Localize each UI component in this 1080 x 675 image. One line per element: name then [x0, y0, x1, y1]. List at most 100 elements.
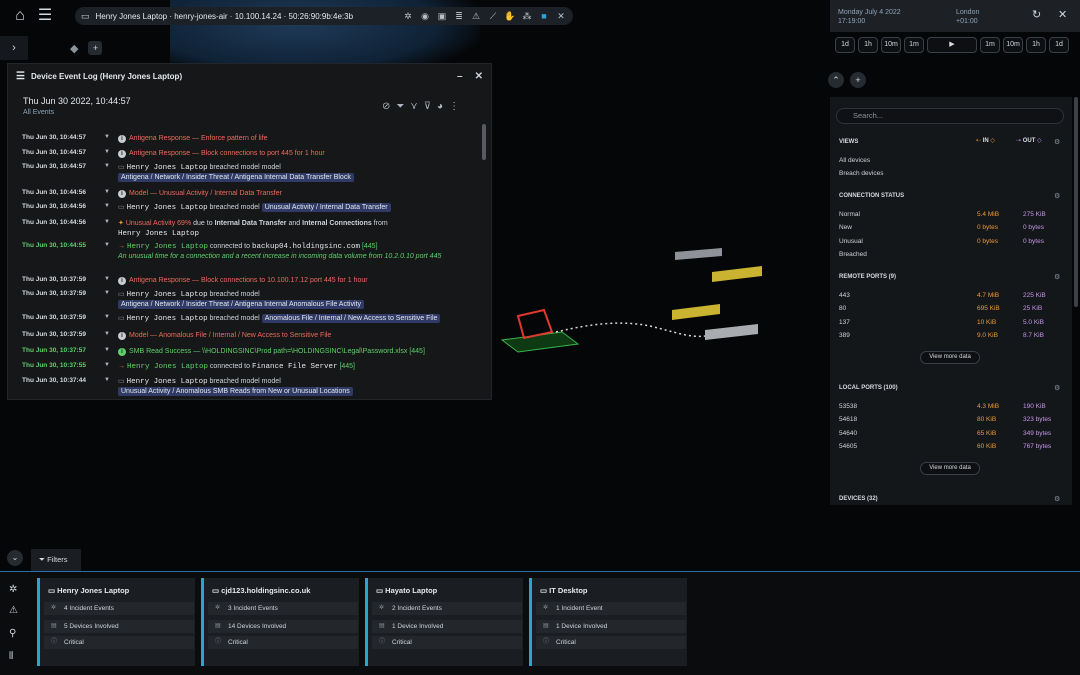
settings-icon[interactable]: ⚙ — [1054, 192, 1060, 200]
chevron-down-icon[interactable]: ▼ — [104, 134, 110, 140]
rewind-10m-button[interactable]: 10m — [881, 37, 901, 53]
close-icon[interactable]: ✕ — [1058, 8, 1067, 21]
search-input[interactable]: Search... — [836, 108, 1064, 124]
conn-row[interactable]: Breached — [839, 251, 1059, 258]
port-row[interactable]: 443 4.7 MiB 225 KiB — [839, 292, 1059, 299]
view-all-devices[interactable]: All devices — [839, 157, 1059, 164]
view-more-remote-button[interactable]: View more data — [920, 351, 980, 364]
add-button[interactable]: + — [850, 72, 866, 88]
port-row[interactable]: 54618 80 KiB 323 bytes — [839, 416, 1059, 423]
forward-1h-button[interactable]: 1h — [1026, 37, 1046, 53]
chevron-down-icon[interactable]: ▼ — [104, 290, 110, 296]
chevron-down-icon[interactable]: ▼ — [104, 276, 110, 282]
warning-icon[interactable]: ⚠ — [9, 605, 18, 616]
model-tag[interactable]: Antigena / Network / Insider Threat / An… — [118, 173, 354, 182]
device-name[interactable]: Henry Jones Laptop — [127, 378, 208, 386]
laptop-node[interactable] — [516, 308, 554, 340]
device-name[interactable]: Henry Jones Laptop — [118, 230, 199, 238]
play-button[interactable]: ▶ — [927, 37, 977, 53]
model-tag[interactable]: Unusual Activity / Anomalous SMB Reads f… — [118, 387, 353, 396]
close-icon[interactable]: ✕ — [555, 11, 567, 22]
chart-icon[interactable]: ⫴ — [9, 651, 13, 662]
conn-row[interactable]: Unusual 0 bytes 0 bytes — [839, 238, 1059, 245]
more-icon[interactable]: ⋮ — [449, 101, 459, 112]
collapse-bottom-button[interactable]: ⌄ — [7, 550, 23, 566]
home-icon[interactable]: ⌂ — [10, 0, 30, 32]
add-tag-button[interactable]: + — [88, 41, 103, 55]
device-name[interactable]: Henry Jones Laptop — [127, 291, 208, 299]
refresh-icon[interactable]: ↻ — [1032, 8, 1041, 21]
filter-edit-icon[interactable]: ⊽ — [424, 101, 431, 112]
settings-icon[interactable]: ⚙ — [1054, 495, 1060, 503]
minimize-icon[interactable]: – — [457, 71, 463, 82]
device-name[interactable]: Henry Jones Laptop — [127, 164, 208, 172]
network-3d-visual[interactable] — [500, 240, 780, 360]
forward-10m-button[interactable]: 10m — [1003, 37, 1023, 53]
view-more-local-button[interactable]: View more data — [920, 462, 980, 475]
port-row[interactable]: 80 695 KiB 25 KiB — [839, 305, 1059, 312]
device-name[interactable]: Henry Jones Laptop — [127, 363, 208, 371]
rewind-1m-button[interactable]: 1m — [904, 37, 924, 53]
filters-tab[interactable]: ⏷ Filters — [31, 549, 81, 571]
device-name[interactable]: Henry Jones Laptop — [127, 204, 208, 212]
incidents-icon[interactable]: ✲ — [9, 584, 17, 595]
out-label[interactable]: ⇢ OUT ◇ — [1016, 137, 1042, 144]
hand-icon[interactable]: ✋ — [504, 11, 516, 22]
forward-1m-button[interactable]: 1m — [980, 37, 1000, 53]
chevron-down-icon[interactable]: ▼ — [104, 149, 110, 155]
incident-card[interactable]: ▭ cjd123.holdingsinc.co.uk ✲ 3 Incident E… — [201, 578, 359, 666]
chevron-down-icon[interactable]: ▼ — [104, 362, 110, 368]
expand-panel-button[interactable]: › — [0, 36, 28, 60]
filter-icon[interactable]: ⏷ — [396, 101, 404, 112]
incident-card[interactable]: ▭ Hayato Laptop ✲ 2 Incident Events ▤ 1 De… — [365, 578, 523, 666]
in-label[interactable]: ⇠ IN ◇ — [976, 137, 995, 144]
pin-icon[interactable]: ⚲ — [9, 628, 16, 639]
tag-icon[interactable]: ◆ — [70, 42, 78, 55]
port-row[interactable]: 54605 60 KiB 767 bytes — [839, 443, 1059, 450]
dial-icon[interactable]: ◉ — [419, 11, 431, 22]
port-row[interactable]: 389 9.0 KiB 8.7 KiB — [839, 332, 1059, 339]
log-scrollbar[interactable] — [482, 124, 486, 160]
menu-icon[interactable]: ☰ — [36, 0, 54, 32]
device-node[interactable] — [675, 248, 722, 260]
conn-row[interactable]: New 0 bytes 0 bytes — [839, 224, 1059, 231]
chevron-down-icon[interactable]: ▼ — [104, 347, 110, 353]
palette-icon[interactable]: ◕ — [437, 101, 443, 112]
model-tag[interactable]: Anomalous File / Internal / New Access t… — [261, 314, 441, 323]
port-row[interactable]: 137 10 KiB 5.0 KiB — [839, 319, 1059, 326]
conn-row[interactable]: Normal 5.4 MiB 275 KiB — [839, 211, 1059, 218]
chart-icon[interactable]: ⟋ — [487, 11, 499, 22]
side-scrollbar[interactable] — [1074, 97, 1078, 307]
network-icon[interactable]: ⁂ — [521, 11, 533, 22]
chevron-down-icon[interactable]: ▼ — [104, 314, 110, 320]
cluster-icon[interactable]: ✲ — [402, 11, 414, 22]
chevron-down-icon[interactable]: ▼ — [104, 219, 110, 225]
incident-card[interactable]: ▭ IT Desktop ✲ 1 Incident Event ▤ 1 Device… — [529, 578, 687, 666]
square-icon[interactable]: ■ — [538, 11, 550, 21]
rewind-1d-button[interactable]: 1d — [835, 37, 855, 53]
list-icon[interactable]: ≣ — [453, 11, 465, 22]
close-icon[interactable]: ✕ — [475, 71, 483, 82]
settings-icon[interactable]: ⚙ — [1054, 384, 1060, 392]
chevron-down-icon[interactable]: ▼ — [104, 242, 110, 248]
device-node[interactable] — [712, 266, 762, 282]
settings-icon[interactable]: ⚙ — [1054, 273, 1060, 281]
device-node[interactable] — [705, 324, 758, 340]
view-breach-devices[interactable]: Breach devices — [839, 170, 1059, 177]
chevron-down-icon[interactable]: ▼ — [104, 189, 110, 195]
chevron-down-icon[interactable]: ▼ — [104, 163, 110, 169]
port-row[interactable]: 53538 4.3 MiB 190 KiB — [839, 403, 1059, 410]
chevron-down-icon[interactable]: ▼ — [104, 377, 110, 383]
chevron-down-icon[interactable]: ▼ — [104, 203, 110, 209]
forward-1d-button[interactable]: 1d — [1049, 37, 1069, 53]
device-node[interactable] — [672, 304, 720, 320]
connection-target[interactable]: backup04.holdingsinc.com — [252, 243, 360, 251]
device-name[interactable]: Henry Jones Laptop — [127, 243, 208, 251]
chevron-down-icon[interactable]: ▼ — [104, 331, 110, 337]
warning-icon[interactable]: ⚠ — [470, 11, 482, 22]
incident-card[interactable]: ▭ Henry Jones Laptop ✲ 4 Incident Events … — [37, 578, 195, 666]
collapse-up-button[interactable]: ⌃ — [828, 72, 844, 88]
settings-icon[interactable]: ⚙ — [1054, 138, 1060, 146]
device-pill[interactable]: ▭ Henry Jones Laptop · henry-jones-air ·… — [75, 7, 573, 25]
device-name[interactable]: Henry Jones Laptop — [127, 315, 208, 323]
